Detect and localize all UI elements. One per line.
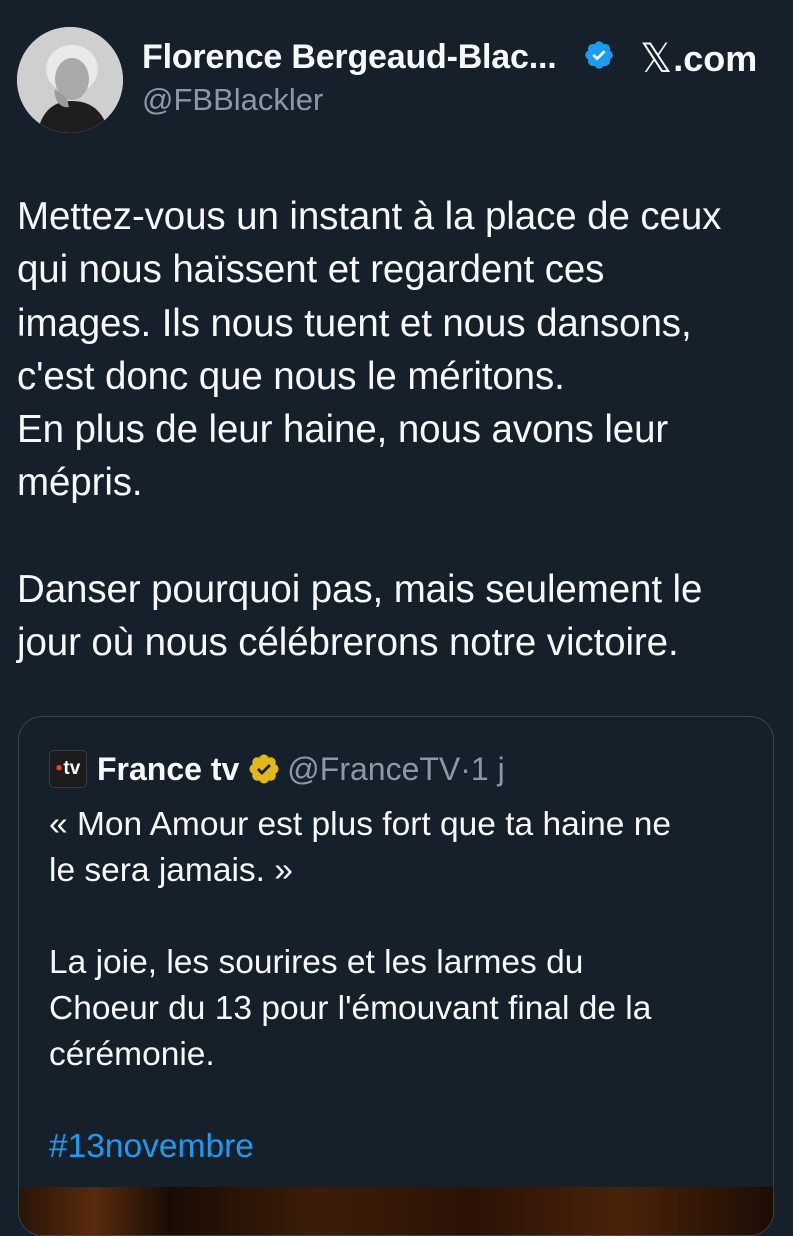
author-avatar[interactable] <box>17 27 123 133</box>
france-tv-logo-icon[interactable]: • tv <box>49 750 87 788</box>
quoted-tweet-card[interactable]: • tv France tv @FranceTV·1 j « Mon Amour … <box>18 716 774 1236</box>
x-logo-icon: 𝕏 <box>640 37 673 81</box>
site-domain: .com <box>673 38 758 79</box>
portrait-image <box>17 27 123 133</box>
quoted-tweet-header: • tv France tv @FranceTV·1 j <box>49 750 505 788</box>
quoted-logo-text: tv <box>63 758 81 779</box>
quoted-text-body: « Mon Amour est plus fort que ta haine n… <box>49 806 671 1073</box>
quoted-media-preview[interactable] <box>19 1187 773 1235</box>
quoted-author-name[interactable]: France tv <box>97 751 239 788</box>
author-name[interactable]: Florence Bergeaud-Blac... <box>142 38 557 77</box>
quoted-handle-time: @FranceTV·1 j <box>287 750 505 787</box>
site-label: 𝕏 .com <box>640 38 757 80</box>
quoted-tweet-text: « Mon Amour est plus fort que ta haine n… <box>49 802 749 1170</box>
verified-badge-icon <box>585 41 613 69</box>
tweet-text: Mettez-vous un instant à la place de ceu… <box>17 195 722 665</box>
hashtag-link[interactable]: #13novembre <box>49 1128 254 1165</box>
author-handle[interactable]: @FBBlackler <box>142 82 323 118</box>
gold-verified-badge-icon <box>249 754 279 784</box>
